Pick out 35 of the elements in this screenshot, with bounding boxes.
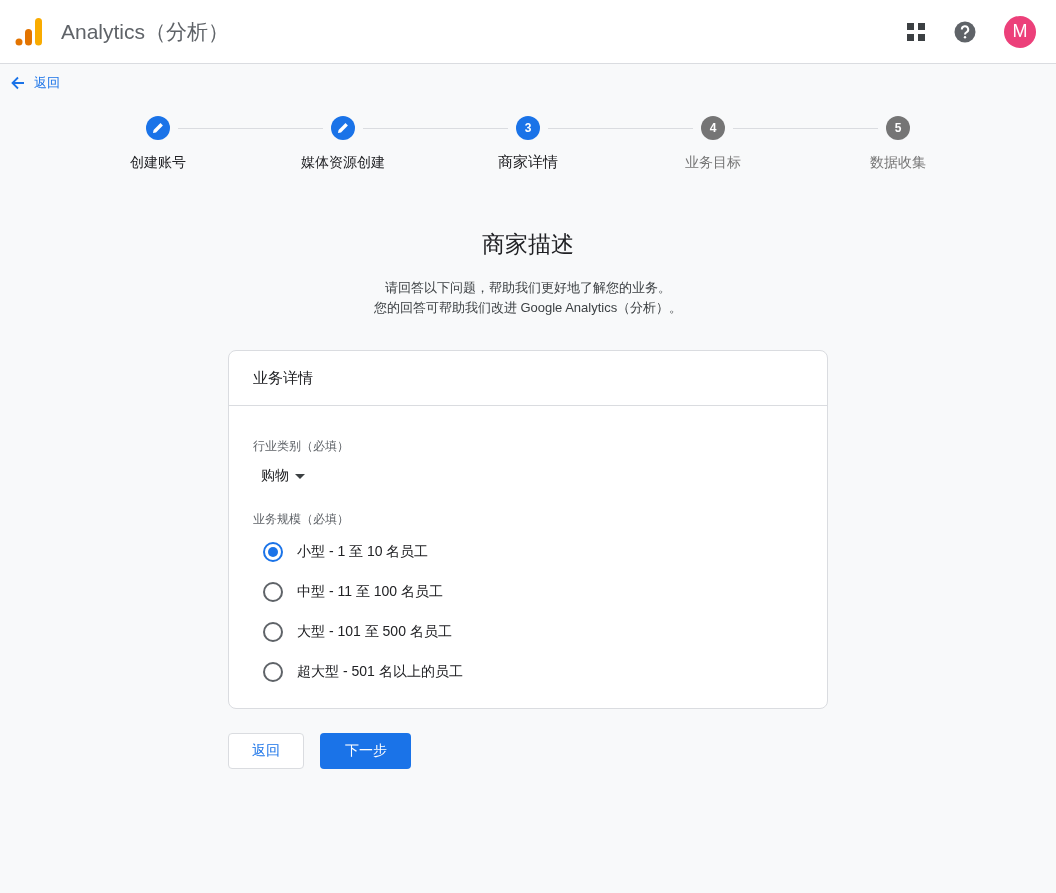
radio-label[interactable]: 大型 - 101 至 500 名员工 (297, 623, 452, 641)
step-number: 3 (516, 116, 540, 140)
step-label: 媒体资源创建 (301, 154, 385, 172)
next-button[interactable]: 下一步 (320, 733, 411, 769)
app-title: Analytics（分析） (61, 18, 230, 45)
step-done-icon (146, 116, 170, 140)
field-label: 业务规模（必填） (253, 511, 350, 528)
bar-chart-logo-icon (15, 16, 43, 47)
step-label: 数据收集 (870, 154, 926, 172)
radio-label[interactable]: 中型 - 11 至 100 名员工 (297, 583, 443, 601)
step-number: 5 (886, 116, 910, 140)
back-button[interactable]: 返回 (228, 733, 304, 769)
intro-text: 您的回答可帮助我们改进 Google Analytics（分析）。 (373, 299, 683, 317)
back-link[interactable]: 返回 (11, 74, 60, 92)
radio-label[interactable]: 小型 - 1 至 10 名员工 (297, 543, 429, 561)
page-heading: 商家描述 (482, 230, 574, 259)
step-done-icon (331, 116, 355, 140)
radio-button[interactable] (263, 662, 283, 682)
radio-button[interactable] (263, 542, 283, 562)
field-label: 行业类别（必填） (253, 438, 350, 455)
back-arrow-icon (11, 76, 25, 90)
step-number: 4 (701, 116, 725, 140)
apps-grid-icon[interactable] (906, 21, 926, 42)
step-label: 创建账号 (130, 154, 186, 172)
caret-icon (295, 473, 305, 479)
help-icon[interactable] (954, 20, 976, 43)
avatar[interactable]: M (1004, 15, 1036, 48)
step-label: 业务目标 (685, 154, 741, 172)
radio-label[interactable]: 超大型 - 501 名以上的员工 (297, 663, 463, 681)
industry-dropdown[interactable]: 购物 (261, 467, 305, 485)
card-title: 业务详情 (229, 351, 827, 406)
intro-text: 请回答以下问题，帮助我们更好地了解您的业务。 (384, 279, 672, 297)
step-label: 商家详情 (498, 153, 558, 172)
radio-button[interactable] (263, 622, 283, 642)
radio-button[interactable] (263, 582, 283, 602)
